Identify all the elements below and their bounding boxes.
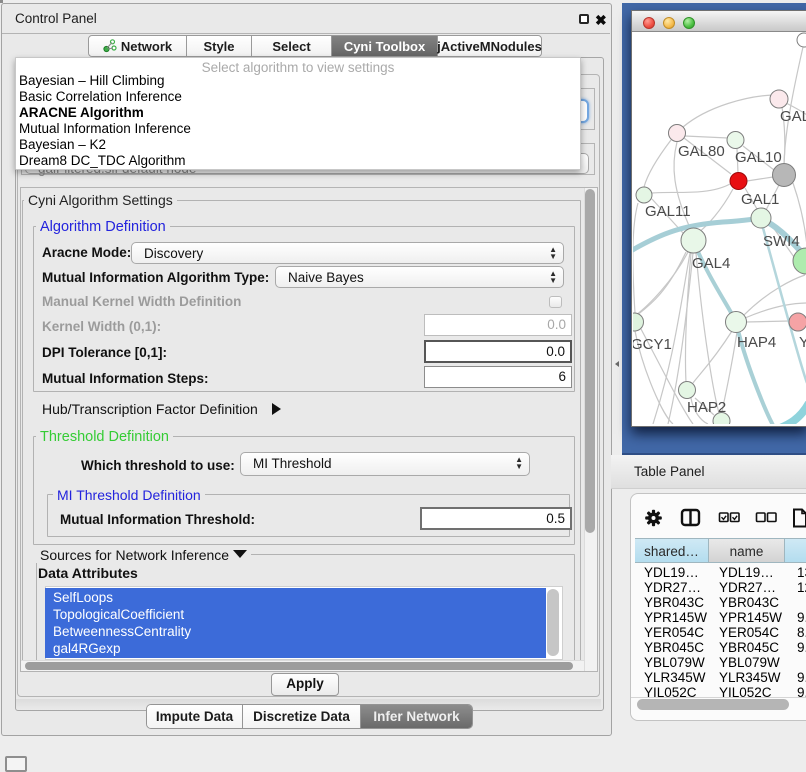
svg-text:Y: Y [799,334,806,351]
svg-text:GAL: GAL [780,108,806,125]
svg-text:SWI4: SWI4 [763,233,800,250]
svg-text:GAL4: GAL4 [692,255,730,272]
svg-text:GCY1: GCY1 [633,336,672,353]
svg-text:GAL80: GAL80 [678,143,725,160]
svg-text:GAL10: GAL10 [735,149,782,166]
svg-text:GAL1: GAL1 [741,191,779,208]
svg-text:GAL11: GAL11 [645,203,691,220]
svg-text:HAP2: HAP2 [687,399,726,416]
svg-text:HAP4: HAP4 [737,334,776,351]
